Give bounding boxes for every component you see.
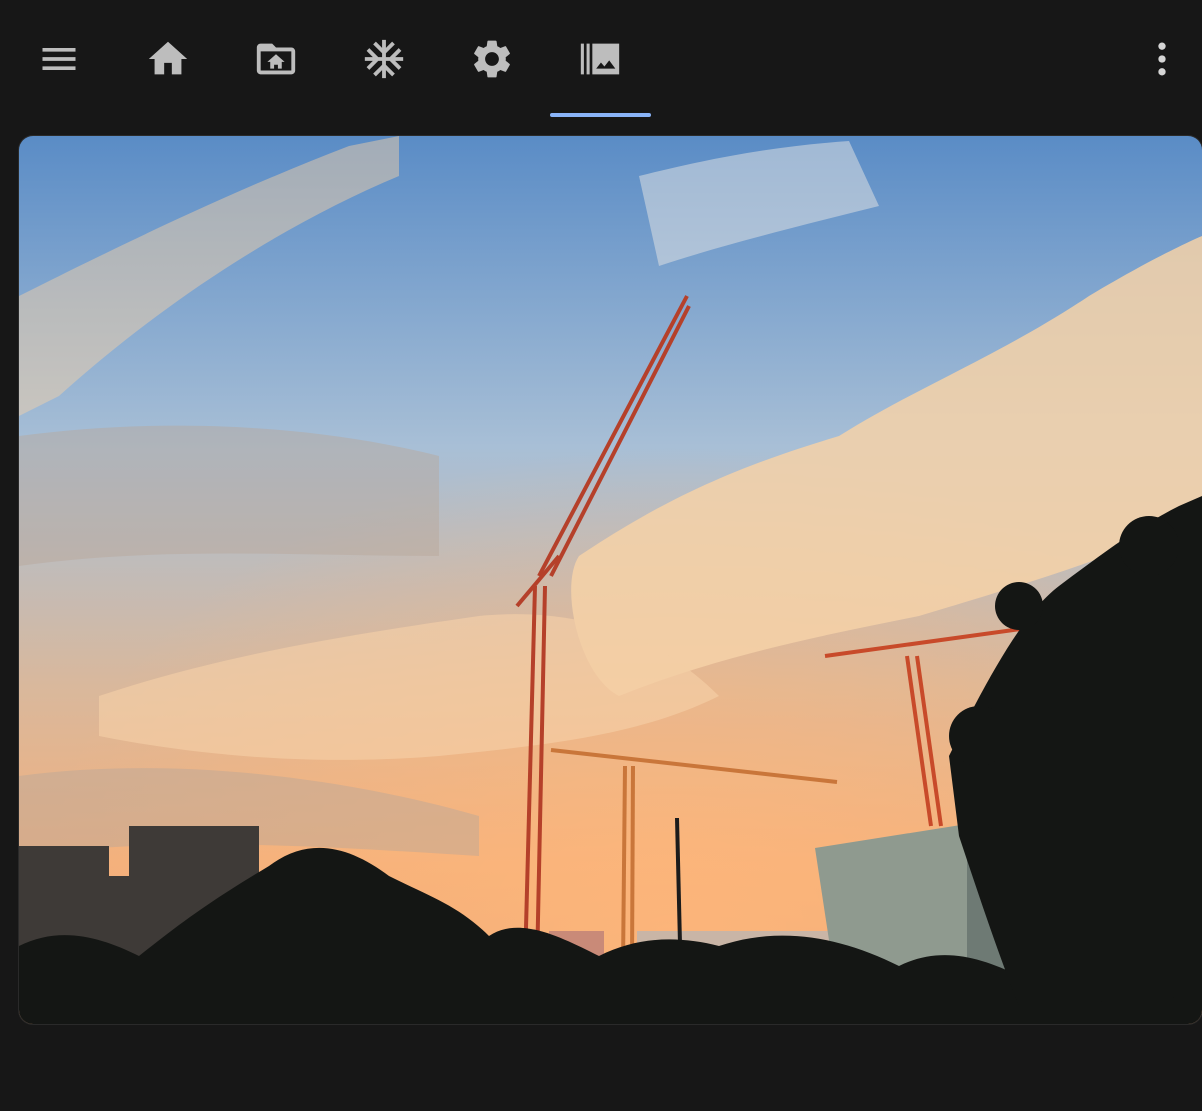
folder-home-tab[interactable]: [247, 30, 305, 88]
selected-tab-indicator: [550, 113, 651, 117]
menu-icon: [42, 48, 76, 70]
menu-button[interactable]: [30, 30, 88, 88]
folder-home-icon: [256, 43, 296, 75]
media-tab[interactable]: [571, 30, 629, 88]
top-toolbar: [0, 0, 1202, 120]
gear-icon: [474, 40, 510, 78]
photo-card[interactable]: [19, 136, 1202, 1024]
snowflake-icon: [364, 39, 404, 79]
climate-tab[interactable]: [355, 30, 413, 88]
home-tab[interactable]: [139, 30, 197, 88]
overflow-menu-button[interactable]: [1140, 34, 1184, 84]
more-vertical-icon: [1158, 42, 1166, 76]
sunset-crane-photo: [19, 136, 1202, 1024]
settings-tab[interactable]: [463, 30, 521, 88]
photo-library-icon: [580, 43, 620, 75]
home-icon: [148, 41, 188, 75]
